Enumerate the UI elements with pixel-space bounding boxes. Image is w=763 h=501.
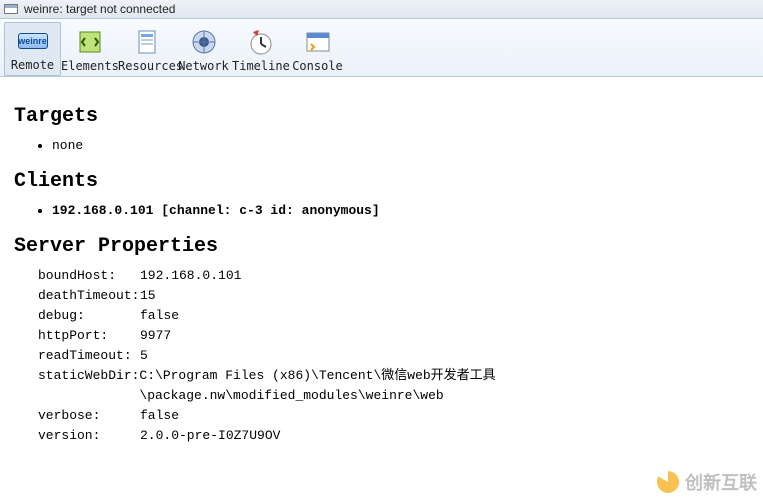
tab-label: Timeline (232, 59, 289, 73)
elements-icon (74, 26, 106, 58)
toolbar: weinre Remote Elements Resources Network… (0, 19, 763, 77)
tab-resources[interactable]: Resources (118, 24, 175, 76)
window-icon (4, 4, 18, 14)
tab-label: Resources (118, 59, 175, 73)
prop-key: version: (38, 426, 140, 446)
content-pane: Targets none Clients 192.168.0.101 [chan… (0, 77, 763, 464)
prop-key: readTimeout: (38, 346, 140, 366)
list-item: none (52, 136, 749, 156)
timeline-icon (245, 26, 277, 58)
prop-row: staticWebDir:C:\Program Files (x86)\Tenc… (38, 366, 749, 406)
prop-val: false (140, 406, 179, 426)
prop-key: verbose: (38, 406, 140, 426)
prop-key: debug: (38, 306, 140, 326)
targets-list: none (14, 136, 749, 156)
tab-label: Remote (5, 58, 60, 72)
prop-val: false (140, 306, 179, 326)
prop-key: httpPort: (38, 326, 140, 346)
prop-val: 9977 (140, 326, 171, 346)
prop-key: deathTimeout: (38, 286, 140, 306)
tab-label: Elements (61, 59, 118, 73)
tab-console[interactable]: Console (289, 24, 346, 76)
prop-row: debug:false (38, 306, 749, 326)
prop-row: deathTimeout:15 (38, 286, 749, 306)
console-icon (302, 26, 334, 58)
prop-val: 15 (140, 286, 156, 306)
watermark: 创新互联 (657, 469, 757, 495)
heading-targets: Targets (14, 105, 749, 128)
clients-list: 192.168.0.101 [channel: c-3 id: anonymou… (14, 201, 749, 221)
prop-val: 192.168.0.101 (140, 266, 241, 286)
prop-key: boundHost: (38, 266, 140, 286)
watermark-text: 创新互联 (685, 469, 757, 495)
prop-val: 5 (140, 346, 148, 366)
prop-row: verbose:false (38, 406, 749, 426)
prop-val: C:\Program Files (x86)\Tencent\微信web开发者工… (139, 366, 749, 406)
prop-row: boundHost:192.168.0.101 (38, 266, 749, 286)
network-icon (188, 26, 220, 58)
prop-val: 2.0.0-pre-I0Z7U9OV (140, 426, 280, 446)
heading-clients: Clients (14, 170, 749, 193)
list-item[interactable]: 192.168.0.101 [channel: c-3 id: anonymou… (52, 201, 749, 221)
weinre-icon: weinre (18, 33, 48, 49)
window-title: weinre: target not connected (24, 2, 175, 16)
watermark-icon (657, 471, 679, 493)
resources-icon (131, 26, 163, 58)
prop-row: httpPort:9977 (38, 326, 749, 346)
tab-timeline[interactable]: Timeline (232, 24, 289, 76)
prop-row: version:2.0.0-pre-I0Z7U9OV (38, 426, 749, 446)
tab-label: Console (289, 59, 346, 73)
heading-server-properties: Server Properties (14, 235, 749, 258)
tab-label: Network (175, 59, 232, 73)
prop-row: readTimeout:5 (38, 346, 749, 366)
titlebar: weinre: target not connected (0, 0, 763, 19)
tab-network[interactable]: Network (175, 24, 232, 76)
tab-elements[interactable]: Elements (61, 24, 118, 76)
prop-key: staticWebDir: (38, 366, 139, 406)
server-properties: boundHost:192.168.0.101 deathTimeout:15 … (38, 266, 749, 446)
tab-remote[interactable]: weinre Remote (4, 22, 61, 76)
